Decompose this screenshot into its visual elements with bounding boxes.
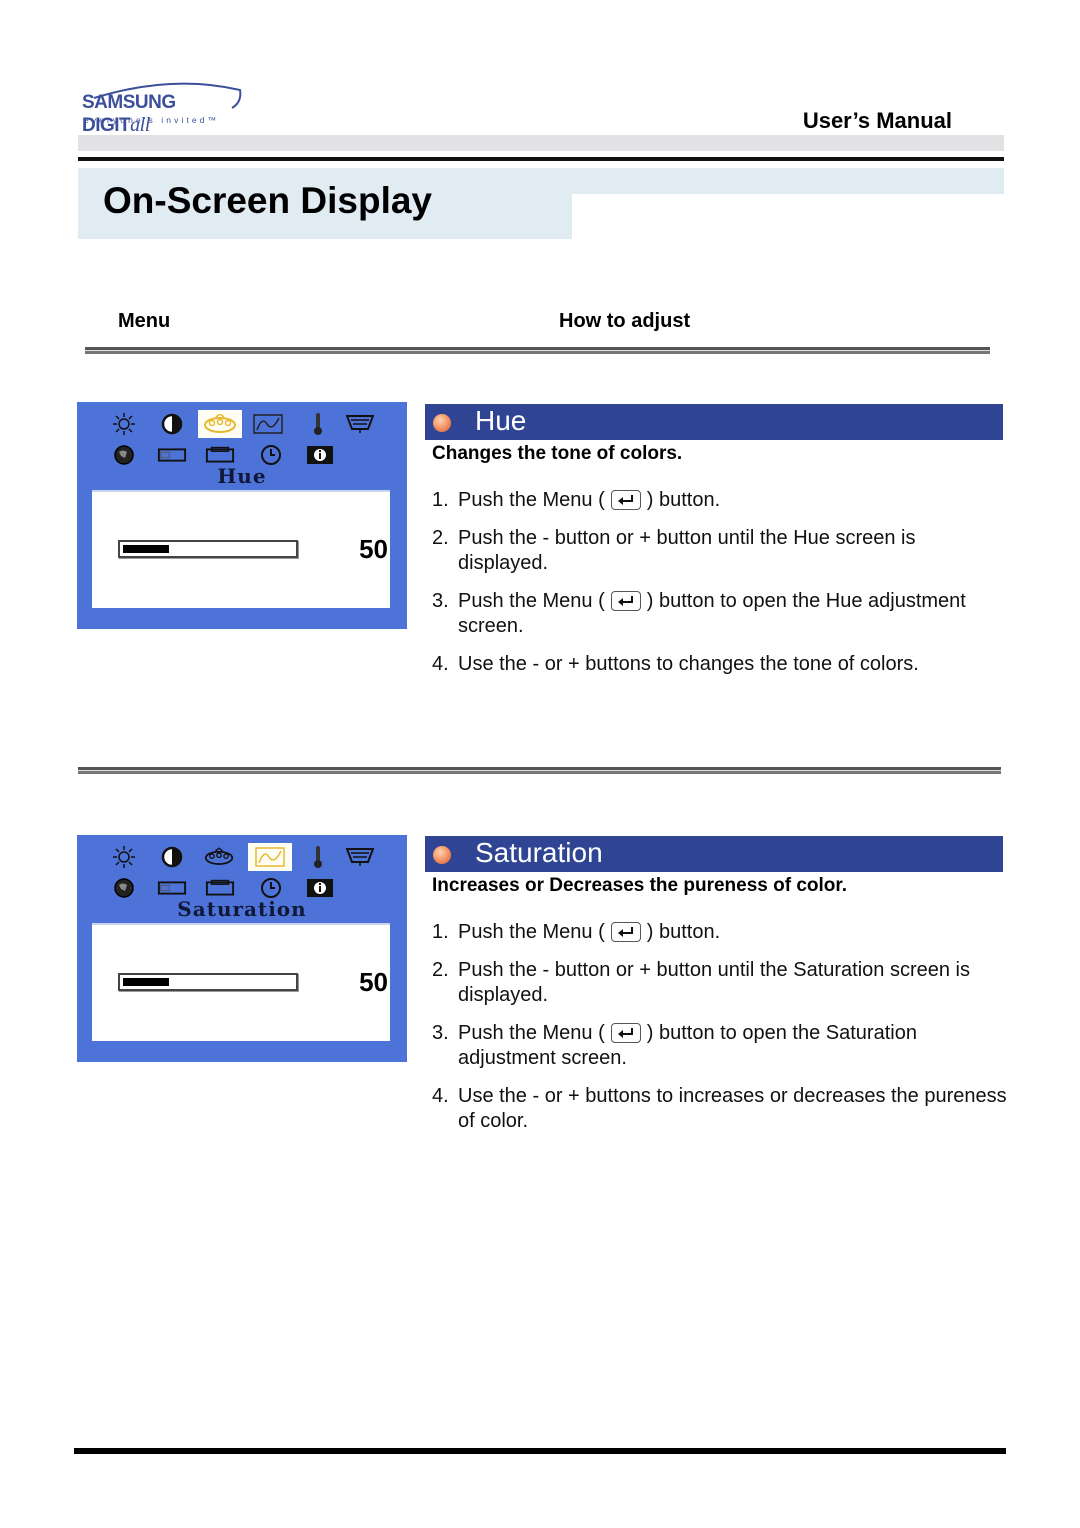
- steps-list-saturation: 1. Push the Menu ( ) button. 2. Push the - b…: [432, 920, 1007, 1147]
- brightness-icon: [109, 845, 139, 869]
- menu-enter-key-icon: [610, 1023, 641, 1043]
- section-description: Increases or Decreases the pureness of c…: [432, 875, 848, 896]
- step-number: 4.: [432, 1085, 449, 1107]
- step-item: 1. Push the Menu ( ) button.: [432, 488, 1007, 513]
- step-text: Use the - or + buttons to increases or d…: [458, 1085, 1007, 1132]
- section-divider: [78, 767, 1001, 774]
- step-text-continued: ) button.: [646, 489, 721, 511]
- osd-menu-label: Saturation: [177, 897, 307, 921]
- section-title: Hue: [475, 405, 527, 436]
- menu-enter-key-icon: [610, 922, 641, 942]
- osd-menu-label: Hue: [217, 464, 267, 488]
- header-rule: [78, 157, 1004, 161]
- position-icon: [345, 845, 375, 869]
- osd-level-fill: [123, 545, 169, 553]
- saturation-icon: [253, 412, 283, 436]
- step-text: Push the Menu (: [458, 489, 605, 511]
- section-title: Saturation: [475, 837, 603, 868]
- step-text: Push the Menu (: [458, 1022, 605, 1044]
- saturation-icon: [248, 843, 292, 871]
- section-header-hue: Hue: [425, 404, 1003, 440]
- contrast-icon: [157, 412, 187, 436]
- title-band-corner: [572, 194, 586, 208]
- color-temperature-icon: [303, 412, 333, 436]
- step-text: Push the Menu (: [458, 590, 605, 612]
- position-icon: [345, 412, 375, 436]
- menu-enter-key-icon: [610, 591, 641, 611]
- step-number: 2.: [432, 959, 449, 981]
- osd-screenshot-saturation: Saturation 50: [77, 835, 407, 1062]
- step-number: 3.: [432, 590, 449, 612]
- step-number: 2.: [432, 527, 449, 549]
- osd-screenshot-hue: Hue 50: [77, 402, 407, 629]
- header-band: [78, 135, 1004, 151]
- osd-level-fill: [123, 978, 169, 986]
- osd-level-value: 50: [359, 967, 388, 997]
- step-number: 1.: [432, 489, 449, 511]
- step-item: 2. Push the - button or + button until th…: [432, 526, 1007, 576]
- osd-level-bar: [118, 540, 298, 558]
- hue-icon: [204, 845, 234, 869]
- column-heading-menu: Menu: [118, 310, 171, 332]
- section-description: Changes the tone of colors.: [432, 443, 683, 464]
- page-title: On-Screen Display: [103, 180, 433, 221]
- contrast-icon: [157, 845, 187, 869]
- step-text: Push the Menu (: [458, 921, 605, 943]
- osd-level-bar: [118, 973, 298, 991]
- osd-level-value: 50: [359, 534, 388, 564]
- footer-rule: [74, 1448, 1006, 1454]
- steps-list-hue: 1. Push the Menu ( ) button. 2. Push the - b…: [432, 488, 1007, 690]
- step-number: 3.: [432, 1022, 449, 1044]
- bullet-ball-icon: [433, 846, 451, 864]
- step-item: 3. Push the Menu () button to open the Sa…: [432, 1021, 1007, 1071]
- samsung-logo: SAMSUNG DIGITall everyone's invited™: [82, 80, 242, 136]
- step-item: 2. Push the - button or + button until th…: [432, 958, 1007, 1008]
- osd-adjust-panel: 50: [92, 490, 390, 608]
- step-number: 1.: [432, 921, 449, 943]
- step-text: Push the - button or + button until the …: [458, 527, 916, 574]
- column-heading-divider: [85, 347, 990, 354]
- menu-enter-key-icon: [610, 490, 641, 510]
- color-temperature-icon: [303, 845, 333, 869]
- osd-adjust-panel: 50: [92, 923, 390, 1041]
- step-number: 4.: [432, 653, 449, 675]
- step-item: 4. Use the - or + buttons to increases or…: [432, 1084, 1007, 1134]
- section-header-saturation: Saturation: [425, 836, 1003, 872]
- step-item: 3. Push the Menu () button to open the Hu…: [432, 589, 1007, 639]
- hue-icon: [198, 410, 242, 438]
- logo-tagline: everyone's invited™: [84, 115, 220, 125]
- column-heading-how-to-adjust: How to adjust: [559, 310, 691, 332]
- step-text: Push the - button or + button until the …: [458, 959, 970, 1006]
- bullet-ball-icon: [433, 414, 451, 432]
- brightness-icon: [109, 412, 139, 436]
- manual-title: User’s Manual: [802, 108, 952, 133]
- step-item: 1. Push the Menu ( ) button.: [432, 920, 1007, 945]
- step-text-continued: ) button.: [646, 921, 721, 943]
- step-text: Use the - or + buttons to changes the to…: [458, 653, 919, 675]
- step-item: 4. Use the - or + buttons to changes the …: [432, 652, 1007, 677]
